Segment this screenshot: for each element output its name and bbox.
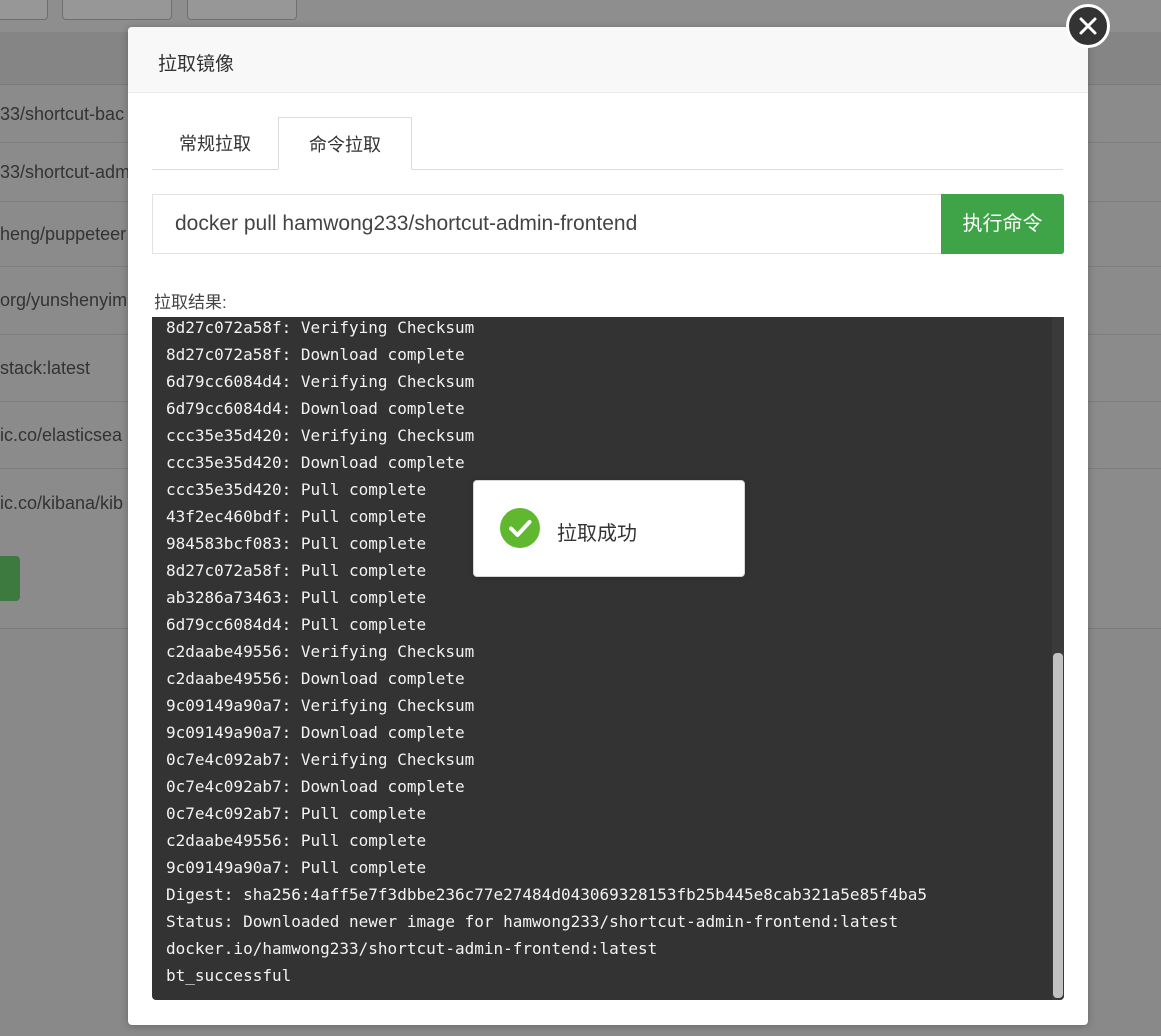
console-output: 8d27c072a58f: Verifying Checksum 8d27c072… xyxy=(166,317,927,989)
background-row-text: 33/shortcut-bac xyxy=(0,104,125,124)
console-line: 8d27c072a58f: Download complete xyxy=(166,345,465,364)
console-line: Digest: sha256:4aff5e7f3dbbe236c77e27484… xyxy=(166,885,927,904)
console-line: 0c7e4c092ab7: Pull complete xyxy=(166,804,427,823)
background-toolbar-button xyxy=(187,0,297,20)
background-toolbar-button xyxy=(0,0,48,20)
dialog-title: 拉取镜像 xyxy=(158,54,235,75)
console-line: ab3286a73463: Pull complete xyxy=(166,588,427,607)
tab-command-pull[interactable]: 命令拉取 xyxy=(278,117,412,170)
tab-regular-pull[interactable]: 常规拉取 xyxy=(152,117,278,169)
console-line: Status: Downloaded newer image for hamwo… xyxy=(166,912,899,931)
console-line: 9c09149a90a7: Download complete xyxy=(166,723,465,742)
background-green-button xyxy=(0,556,20,601)
console-line: c2daabe49556: Download complete xyxy=(166,669,465,688)
console-line: 9c09149a90a7: Verifying Checksum xyxy=(166,696,475,715)
console-line: ccc35e35d420: Verifying Checksum xyxy=(166,426,475,445)
console-line: 0c7e4c092ab7: Download complete xyxy=(166,777,465,796)
close-icon xyxy=(1079,17,1097,35)
console-line: bt_successful xyxy=(166,966,292,985)
pull-result-console[interactable]: 8d27c072a58f: Verifying Checksum 8d27c072… xyxy=(152,317,1064,1000)
background-row-text: ic.co/elasticsea xyxy=(0,425,123,445)
background-toolbar-button xyxy=(62,0,172,20)
pull-mode-tabs: 常规拉取 命令拉取 xyxy=(152,117,1063,170)
console-line: 6d79cc6084d4: Download complete xyxy=(166,399,465,418)
console-scrollbar-track[interactable] xyxy=(1052,317,1064,1000)
background-row-text: heng/puppeteer xyxy=(0,224,127,244)
console-line: docker.io/hamwong233/shortcut-admin-fron… xyxy=(166,939,658,958)
close-dialog-button[interactable] xyxy=(1066,4,1110,48)
success-toast: 拉取成功 xyxy=(473,480,745,577)
console-scrollbar-thumb[interactable] xyxy=(1053,653,1063,998)
background-row-text: stack:latest xyxy=(0,358,91,378)
console-line: 6d79cc6084d4: Verifying Checksum xyxy=(166,372,475,391)
console-line: c2daabe49556: Verifying Checksum xyxy=(166,642,475,661)
console-line: ccc35e35d420: Download complete xyxy=(166,453,465,472)
console-line: 9c09149a90a7: Pull complete xyxy=(166,858,427,877)
result-label: 拉取结果: xyxy=(154,293,227,312)
console-line: c2daabe49556: Pull complete xyxy=(166,831,427,850)
command-input-group: 执行命令 xyxy=(152,194,1064,254)
console-line: 0c7e4c092ab7: Verifying Checksum xyxy=(166,750,475,769)
command-input[interactable] xyxy=(153,195,963,253)
check-circle-icon xyxy=(500,508,540,548)
console-line: 6d79cc6084d4: Pull complete xyxy=(166,615,427,634)
console-line: 8d27c072a58f: Verifying Checksum xyxy=(166,318,475,337)
dialog-header: 拉取镜像 xyxy=(128,27,1088,93)
background-row-text: 33/shortcut-adm xyxy=(0,162,131,182)
background-row-text: ic.co/kibana/kib xyxy=(0,493,124,513)
run-command-button[interactable]: 执行命令 xyxy=(941,194,1064,254)
toast-message: 拉取成功 xyxy=(557,523,637,545)
background-row-text: org/yunshenyim xyxy=(0,290,128,310)
